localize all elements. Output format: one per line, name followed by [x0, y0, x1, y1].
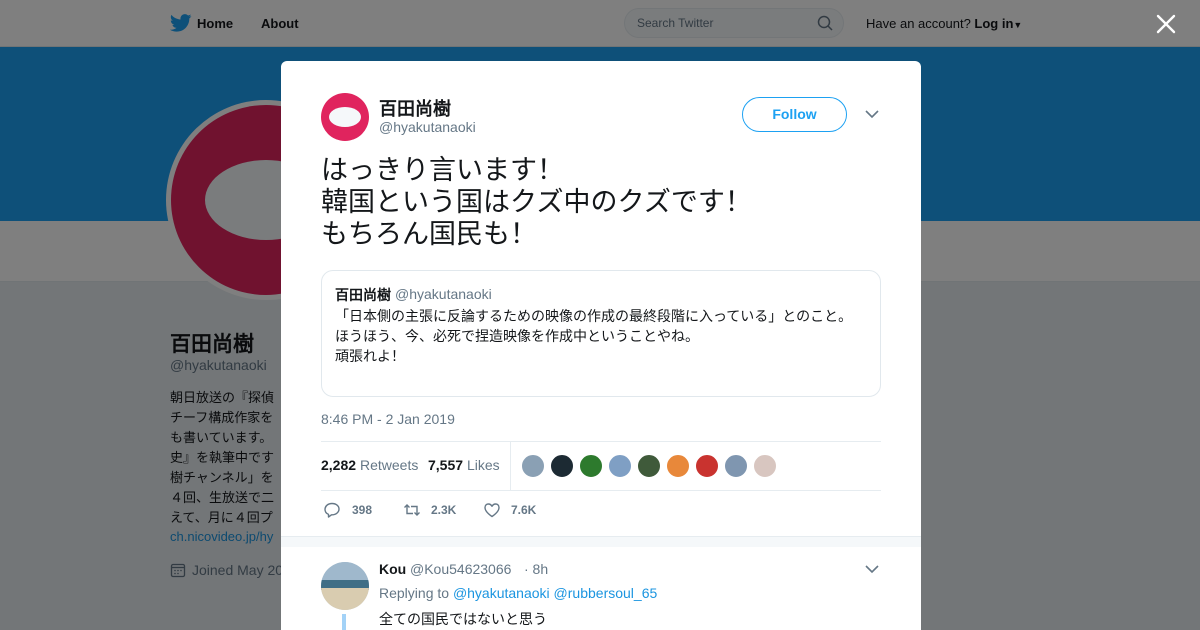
chevron-down-icon[interactable] — [865, 564, 879, 574]
likes-count[interactable]: 7,557 — [428, 457, 463, 473]
retweet-count: 2.3K — [431, 503, 457, 517]
liker-avatar[interactable] — [724, 454, 748, 478]
liker-avatar[interactable] — [608, 454, 632, 478]
mention-link[interactable]: @hyakutanaoki — [453, 585, 550, 601]
tweet-author-avatar[interactable] — [321, 93, 369, 141]
retweet-icon[interactable] — [403, 501, 421, 519]
quoted-tweet-text: 「日本側の主張に反論するための映像の作成の最終段階に入っている」とのこと。 ほう… — [335, 308, 853, 364]
heart-icon[interactable] — [483, 501, 501, 519]
reply-author-avatar[interactable] — [321, 562, 369, 610]
beach-photo — [321, 562, 369, 610]
mention-link[interactable]: @rubbersoul_65 — [554, 585, 658, 601]
quoted-author-handle: @hyakutanaoki — [395, 286, 492, 302]
quoted-author-name: 百田尚樹 — [335, 287, 391, 303]
tweet-text: はっきり言います！ 韓国という国はクズ中のクズです！ もちろん国民も！ — [321, 155, 752, 249]
replies-separator — [281, 536, 921, 547]
tweet-stats: 2,282 Retweets 7,557 Likes — [321, 441, 881, 491]
reply-time[interactable]: · 8h — [524, 561, 548, 577]
tweet-actions: 398 2.3K 7.6K — [321, 499, 881, 521]
liker-avatar[interactable] — [666, 454, 690, 478]
chevron-down-icon[interactable] — [865, 109, 879, 119]
liker-avatar[interactable] — [550, 454, 574, 478]
liker-avatar[interactable] — [637, 454, 661, 478]
liker-avatar[interactable] — [753, 454, 777, 478]
liker-avatar[interactable] — [695, 454, 719, 478]
reply-text: 全ての国民ではないと思う — [379, 611, 547, 627]
likes-label[interactable]: Likes — [467, 457, 500, 473]
reply-author-handle[interactable]: @Kou54623066 — [410, 561, 511, 577]
tweet-author-handle[interactable]: @hyakutanaoki — [379, 119, 476, 135]
like-count: 7.6K — [511, 503, 537, 517]
reply-author-name[interactable]: Kou — [379, 561, 406, 577]
tweet-author-name[interactable]: 百田尚樹 — [379, 95, 451, 121]
liker-avatar[interactable] — [579, 454, 603, 478]
stats-divider — [510, 442, 511, 490]
quoted-tweet[interactable]: 百田尚樹 @hyakutanaoki 「日本側の主張に反論するための映像の作成の… — [321, 270, 881, 397]
replying-to-label: Replying to — [379, 585, 450, 601]
reply-count: 398 — [352, 503, 373, 517]
retweets-label[interactable]: Retweets — [360, 457, 418, 473]
reply-icon[interactable] — [323, 501, 341, 519]
avatar-center — [329, 107, 361, 127]
follow-button[interactable]: Follow — [742, 97, 847, 132]
liker-avatar[interactable] — [521, 454, 545, 478]
replying-to: Replying to @hyakutanaoki @rubbersoul_65 — [379, 585, 657, 601]
retweets-count[interactable]: 2,282 — [321, 457, 356, 473]
tweet-timestamp[interactable]: 8:46 PM - 2 Jan 2019 — [321, 411, 455, 427]
thread-line — [342, 614, 346, 630]
close-icon[interactable] — [1155, 13, 1177, 35]
tweet-modal: 百田尚樹 @hyakutanaoki Follow はっきり言います！ 韓国とい… — [281, 61, 921, 630]
